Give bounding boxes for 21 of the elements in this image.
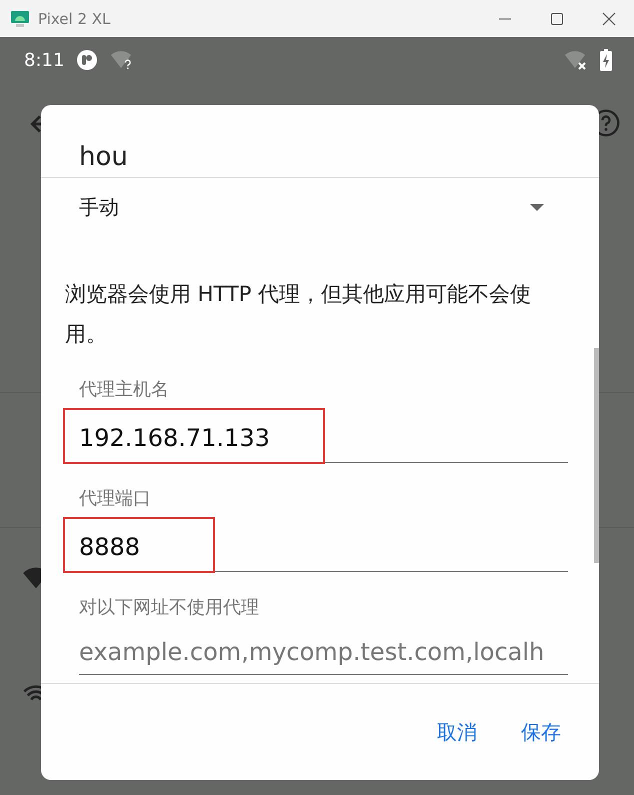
cancel-button[interactable]: 取消 xyxy=(425,708,489,756)
field-label: 对以下网址不使用代理 xyxy=(79,596,260,620)
window-title: Pixel 2 XL xyxy=(38,10,110,28)
scrollbar[interactable] xyxy=(594,348,599,563)
maximize-icon[interactable] xyxy=(550,12,564,26)
proxy-note: 浏览器会使用 HTTP 代理，但其他应用可能不会使用。 xyxy=(65,281,532,348)
field-label: 代理主机名 xyxy=(79,378,170,402)
wifi-off-icon xyxy=(564,50,588,70)
input-field[interactable]: 8888 xyxy=(63,517,215,573)
proxy-dropdown[interactable]: 手动 xyxy=(79,178,568,222)
input-field[interactable]: 192.168.71.133 xyxy=(63,408,325,464)
status-time: 8:11 xyxy=(24,50,64,70)
dropdown-caret-icon xyxy=(530,204,544,210)
save-button[interactable]: 保存 xyxy=(509,708,573,756)
dialog-title: hou xyxy=(41,105,599,178)
input-field[interactable]: example.com,mycomp.test.com,localh xyxy=(79,636,568,668)
field-label: 代理端口 xyxy=(79,487,152,511)
notification-icon xyxy=(76,49,98,71)
battery-charging-icon xyxy=(600,49,612,71)
close-icon[interactable] xyxy=(602,12,616,26)
android-icon xyxy=(10,10,30,28)
